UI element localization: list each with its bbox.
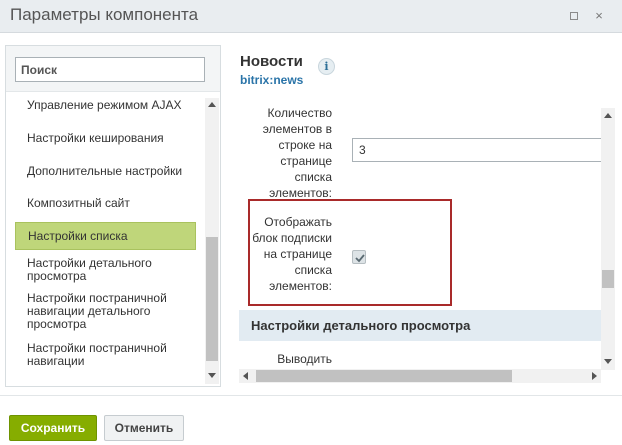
close-icon[interactable]: ×	[591, 8, 607, 24]
params-vertical-scrollbar[interactable]	[601, 108, 615, 370]
sidebar-scrollbar[interactable]	[205, 98, 219, 384]
scroll-up-icon[interactable]	[208, 102, 216, 107]
component-code: bitrix:news	[240, 73, 304, 87]
window-title: Параметры компонента	[10, 5, 199, 24]
scroll-up-icon[interactable]	[604, 113, 612, 118]
check-icon	[355, 254, 365, 263]
scrollbar-thumb[interactable]	[256, 370, 512, 382]
sidebar-item-composite[interactable]: Композитный сайт	[15, 197, 195, 210]
sidebar-item-pagination[interactable]: Настройки постраничной навигации	[15, 342, 195, 368]
scroll-right-icon[interactable]	[592, 372, 597, 380]
cancel-button[interactable]: Отменить	[104, 415, 184, 441]
save-button[interactable]: Сохранить	[9, 415, 97, 441]
scrollbar-thumb[interactable]	[602, 270, 614, 288]
sidebar-item-detail-settings[interactable]: Настройки детального просмотра	[15, 257, 195, 283]
scrollbar-thumb[interactable]	[206, 237, 218, 361]
scroll-left-icon[interactable]	[243, 372, 248, 380]
param-label-count: Количество элементов в строке на страниц…	[262, 108, 332, 200]
maximize-icon[interactable]	[566, 8, 582, 24]
params-panel: Количество элементов в строке на страниц…	[239, 108, 601, 370]
info-icon[interactable]: i	[318, 58, 335, 75]
sidebar-nav-list: Управление режимом AJAX Настройки кеширо…	[6, 96, 204, 382]
count-input[interactable]	[352, 138, 601, 162]
window-titlebar: Параметры компонента ×	[0, 0, 622, 33]
scroll-down-icon[interactable]	[604, 359, 612, 364]
sidebar-item-ajax[interactable]: Управление режимом AJAX	[15, 99, 195, 112]
sidebar-item-additional[interactable]: Дополнительные настройки	[15, 165, 195, 178]
dialog-body: Управление режимом AJAX Настройки кеширо…	[0, 33, 622, 395]
dialog-footer: Сохранить Отменить	[0, 395, 622, 445]
sidebar: Управление режимом AJAX Настройки кеширо…	[5, 45, 221, 387]
search-input[interactable]	[15, 57, 205, 82]
sidebar-item-detail-pagination[interactable]: Настройки постраничной навигации детальн…	[15, 292, 195, 331]
param-label-next: Выводить	[277, 352, 332, 366]
scroll-down-icon[interactable]	[208, 373, 216, 378]
param-label-subscribe: Отображать блок подписки на странице спи…	[252, 215, 332, 293]
params-horizontal-scrollbar[interactable]	[239, 369, 601, 383]
sidebar-item-list-settings[interactable]: Настройки списка	[15, 222, 196, 250]
section-detail-settings: Настройки детального просмотра	[239, 310, 601, 341]
sidebar-item-caching[interactable]: Настройки кеширования	[15, 132, 195, 145]
component-title: Новости	[240, 53, 303, 70]
subscribe-checkbox[interactable]	[352, 250, 366, 264]
sidebar-search-area	[6, 46, 220, 92]
